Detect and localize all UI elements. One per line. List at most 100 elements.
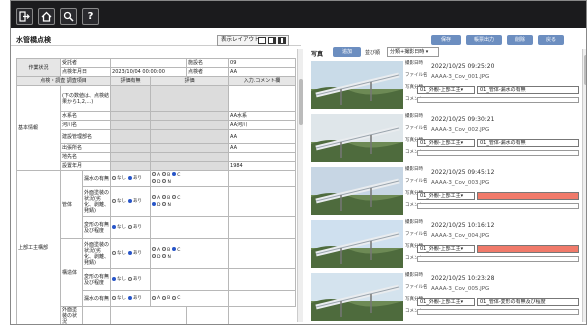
- facility-value[interactable]: 09: [228, 58, 297, 68]
- comment-input[interactable]: [417, 97, 579, 103]
- radio-d[interactable]: [152, 254, 157, 258]
- grade-radio-group[interactable]: A B C: [150, 290, 230, 307]
- radio-a[interactable]: [152, 247, 157, 251]
- photo-class-select[interactable]: 01_外観-上部工主▾: [417, 86, 475, 94]
- basic-row-value[interactable]: AA: [228, 143, 297, 153]
- layout-triple-icon[interactable]: [278, 37, 286, 44]
- radio-yes[interactable]: [128, 250, 133, 255]
- comment-cell[interactable]: [186, 306, 230, 324]
- radio-d[interactable]: [152, 202, 157, 206]
- exit-icon[interactable]: [16, 8, 33, 25]
- photo-card[interactable]: 撮影日時 2022/10/25 09:45:12 ファイル名 AAAA-3_Cov_0…: [311, 166, 581, 216]
- photo-thumbnail[interactable]: [311, 61, 403, 109]
- layout-split-icon[interactable]: [268, 37, 276, 44]
- back-button[interactable]: 戻る: [538, 35, 564, 45]
- grade-radio-group[interactable]: [150, 216, 230, 239]
- radio-d[interactable]: [152, 179, 157, 183]
- yn-radio-group[interactable]: なし あり: [110, 238, 152, 269]
- inspector-value[interactable]: AA: [228, 67, 297, 77]
- save-button[interactable]: 保存: [431, 35, 461, 45]
- comment-cell[interactable]: [228, 290, 297, 307]
- comment-cell[interactable]: [228, 186, 297, 217]
- radio-yes[interactable]: [128, 276, 133, 281]
- basic-row-value[interactable]: AA水系: [228, 111, 297, 121]
- basic-row-value[interactable]: AA河川: [228, 120, 297, 130]
- photo-thumbnail[interactable]: [311, 167, 403, 215]
- comment-cell[interactable]: [228, 268, 297, 291]
- radio-b[interactable]: [162, 172, 167, 176]
- photo-subclass-select[interactable]: [477, 245, 579, 253]
- comment-cell[interactable]: [228, 170, 297, 187]
- radio-no[interactable]: [112, 198, 117, 203]
- scroll-thumb[interactable]: [299, 79, 303, 125]
- report-output-button[interactable]: 帳票出力: [466, 35, 502, 45]
- radio-b[interactable]: [162, 195, 167, 199]
- sort-select[interactable]: 分類+撮影日時 ▾: [387, 47, 439, 57]
- comment-cell[interactable]: [228, 216, 297, 239]
- grade-radio-group[interactable]: ABC DN: [150, 186, 230, 217]
- photo-thumbnail[interactable]: [311, 220, 403, 268]
- photo-thumbnail[interactable]: [311, 273, 403, 321]
- radio-c[interactable]: [172, 295, 177, 300]
- radio-yes[interactable]: [128, 295, 133, 300]
- radio-yes[interactable]: [128, 175, 133, 180]
- radio-c[interactable]: [172, 195, 177, 199]
- inspect-date-value[interactable]: 2023/10/04 00:00:00: [110, 67, 188, 77]
- radio-a[interactable]: [152, 295, 157, 300]
- comment-input[interactable]: [417, 256, 579, 262]
- photo-thumbnail[interactable]: [311, 114, 403, 162]
- radio-no[interactable]: [112, 224, 117, 229]
- yn-radio-group[interactable]: [81, 306, 112, 324]
- radio-n[interactable]: [162, 179, 167, 183]
- yn-radio-group[interactable]: なし あり: [110, 268, 152, 291]
- yn-radio-group[interactable]: なし あり: [110, 186, 152, 217]
- yn-radio-group[interactable]: なし あり: [110, 290, 152, 307]
- radio-no[interactable]: [112, 175, 117, 180]
- photo-subclass-select[interactable]: 01_管体-変形の有無及び程度: [477, 298, 579, 306]
- help-icon[interactable]: ?: [82, 8, 99, 25]
- radio-no[interactable]: [112, 276, 117, 281]
- photo-card[interactable]: 撮影日時 2022/10/25 09:25:20 ファイル名 AAAA-3_Cov_0…: [311, 60, 581, 110]
- basic-row-value[interactable]: AA: [228, 129, 297, 144]
- photo-class-select[interactable]: 01_外観-上部工主▾: [417, 245, 475, 253]
- radio-b[interactable]: [162, 295, 167, 300]
- radio-n[interactable]: [162, 202, 167, 206]
- radio-c[interactable]: [172, 172, 177, 176]
- radio-a[interactable]: [152, 172, 157, 176]
- grade-radio-group[interactable]: [150, 268, 230, 291]
- photo-class-select[interactable]: 01_外観-上部工主▾: [417, 298, 475, 306]
- radio-b[interactable]: [162, 247, 167, 251]
- basic-row-value[interactable]: 1984: [228, 161, 297, 171]
- basic-row-value[interactable]: [228, 85, 297, 112]
- radio-no[interactable]: [112, 295, 117, 300]
- photo-class-select[interactable]: 01_外観-上部工主▾: [417, 139, 475, 147]
- layout-single-icon[interactable]: [258, 37, 266, 44]
- contractor-value[interactable]: [110, 58, 188, 68]
- grade-radio-group[interactable]: [110, 306, 188, 324]
- photo-subclass-select[interactable]: [477, 192, 579, 200]
- photo-card[interactable]: 撮影日時 2022/10/25 09:30:21 ファイル名 AAAA-3_Cov_0…: [311, 113, 581, 163]
- radio-no[interactable]: [112, 250, 117, 255]
- add-photo-button[interactable]: 追加: [333, 47, 361, 57]
- radio-n[interactable]: [162, 254, 167, 258]
- delete-button[interactable]: 削除: [507, 35, 533, 45]
- yn-radio-group[interactable]: なし あり: [110, 216, 152, 239]
- comment-input[interactable]: [417, 150, 579, 156]
- grade-radio-group[interactable]: ABC DN: [150, 238, 230, 269]
- comment-cell[interactable]: [228, 238, 297, 269]
- home-icon[interactable]: [38, 8, 55, 25]
- radio-c[interactable]: [172, 247, 177, 251]
- photo-card[interactable]: 撮影日時 2022/10/25 10:23:28 ファイル名 AAAA-3_Cov_0…: [311, 272, 581, 322]
- form-scrollbar[interactable]: [297, 49, 303, 322]
- photo-subclass-select[interactable]: 01_管体-漏水の有無: [477, 139, 579, 147]
- yn-radio-group[interactable]: なし あり: [110, 170, 152, 187]
- radio-yes[interactable]: [128, 198, 133, 203]
- photo-card[interactable]: 撮影日時 2022/10/25 10:16:12 ファイル名 AAAA-3_Cov_0…: [311, 219, 581, 269]
- comment-input[interactable]: [417, 203, 579, 209]
- comment-input[interactable]: [417, 309, 579, 315]
- photo-class-select[interactable]: 01_外観-上部工主▾: [417, 192, 475, 200]
- grade-radio-group[interactable]: ABC DN: [150, 170, 230, 187]
- radio-yes[interactable]: [128, 224, 133, 229]
- photo-subclass-select[interactable]: 01_管体-漏水の有無: [477, 86, 579, 94]
- radio-a[interactable]: [152, 195, 157, 199]
